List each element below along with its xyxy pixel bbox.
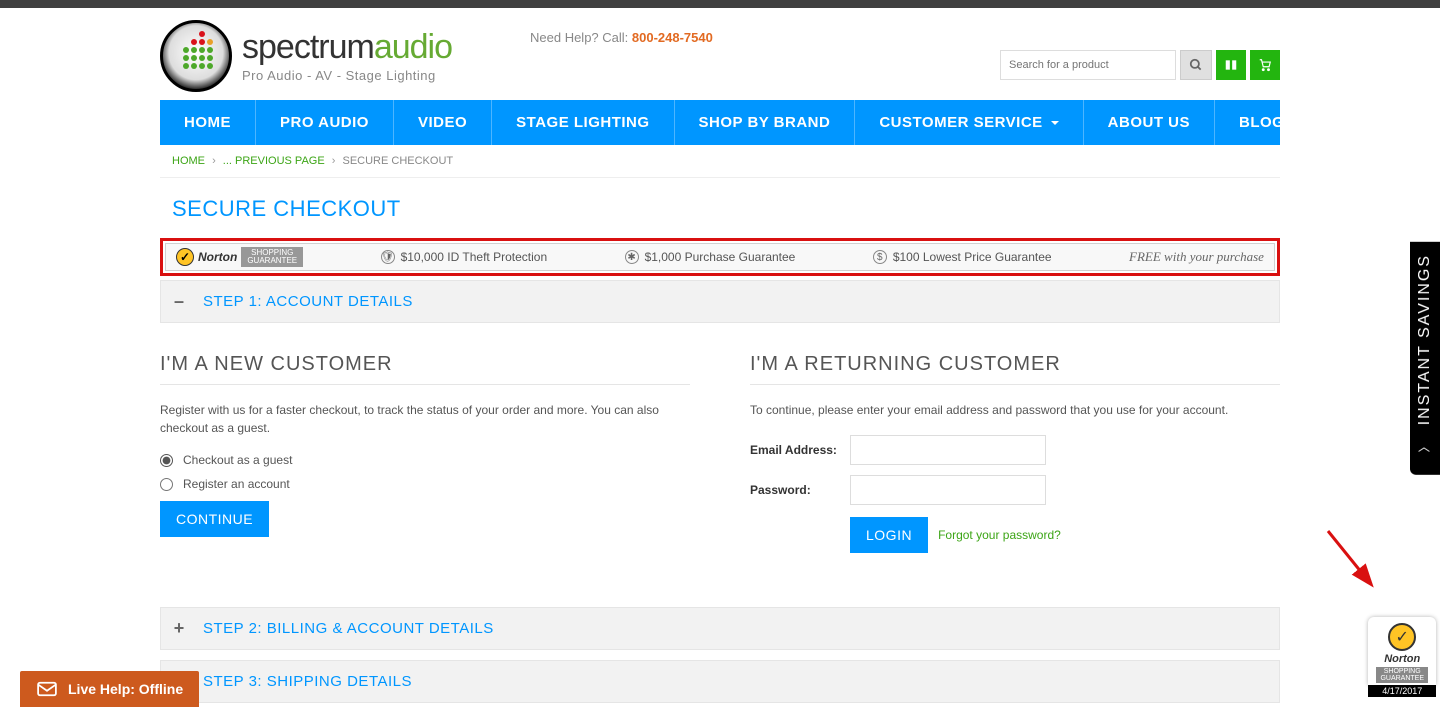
- cart-button[interactable]: [1250, 50, 1280, 80]
- norton-guarantee-bar-highlight: ✓ Norton SHOPPINGGUARANTEE 🛡$10,000 ID T…: [160, 238, 1280, 276]
- brand-name: spectrumaudio: [242, 30, 452, 64]
- guarantee-id-theft: 🛡$10,000 ID Theft Protection: [381, 250, 548, 264]
- chevron-up-icon: ︿: [1418, 438, 1432, 455]
- email-field[interactable]: [850, 435, 1046, 465]
- returning-customer-panel: I'M A RETURNING CUSTOMER To continue, pl…: [750, 353, 1280, 553]
- search-icon: [1189, 58, 1203, 72]
- nav-item-contact-us[interactable]: CONTACT US: [1309, 100, 1440, 145]
- cart-icon: [1258, 58, 1272, 72]
- dollar-icon: $: [873, 250, 887, 264]
- nav-item-stage-lighting[interactable]: STAGE LIGHTING: [492, 100, 674, 145]
- nav-item-blog[interactable]: BLOG: [1215, 100, 1309, 145]
- step-3-label: STEP 3: SHIPPING DETAILS: [203, 673, 412, 690]
- continue-button[interactable]: CONTINUE: [160, 501, 269, 537]
- norton-seal-date: 4/17/2017: [1368, 685, 1436, 697]
- returning-customer-description: To continue, please enter your email add…: [750, 401, 1280, 419]
- new-customer-heading: I'M A NEW CUSTOMER: [160, 353, 690, 385]
- norton-brand: Norton: [198, 250, 237, 264]
- free-with-purchase: FREE with your purchase: [1129, 249, 1264, 265]
- breadcrumb-current: SECURE CHECKOUT: [342, 155, 453, 167]
- search-input[interactable]: [1000, 50, 1176, 80]
- shopping-guarantee-badge: SHOPPINGGUARANTEE: [241, 247, 303, 267]
- forgot-password-link[interactable]: Forgot your password?: [938, 528, 1061, 542]
- new-customer-panel: I'M A NEW CUSTOMER Register with us for …: [160, 353, 690, 553]
- new-customer-description: Register with us for a faster checkout, …: [160, 401, 690, 437]
- radio-register-account[interactable]: Register an account: [160, 477, 690, 491]
- norton-seal[interactable]: ✓ Norton SHOPPINGGUARANTEE 4/17/2017: [1368, 617, 1436, 697]
- chat-icon: [36, 681, 58, 697]
- breadcrumb-home[interactable]: HOME: [172, 155, 205, 167]
- breadcrumb-previous[interactable]: ... PREVIOUS PAGE: [223, 155, 325, 167]
- seal-icon: ✱: [625, 250, 639, 264]
- email-label: Email Address:: [750, 443, 850, 457]
- expand-icon: +: [173, 618, 185, 639]
- nav-item-video[interactable]: VIDEO: [394, 100, 492, 145]
- compare-icon: [1224, 58, 1238, 72]
- norton-seal-brand: Norton: [1376, 653, 1428, 665]
- page-title: SECURE CHECKOUT: [160, 178, 1280, 234]
- compare-button[interactable]: [1216, 50, 1246, 80]
- guarantee-purchase: ✱$1,000 Purchase Guarantee: [625, 250, 796, 264]
- arrow-annotation: [1322, 525, 1382, 595]
- logo-icon: [160, 20, 232, 92]
- breadcrumb: HOME › ... PREVIOUS PAGE › SECURE CHECKO…: [160, 145, 1280, 178]
- help-phone: Need Help? Call: 800-248-7540: [530, 30, 713, 45]
- collapse-icon: –: [173, 291, 185, 312]
- live-help-label: Live Help: Offline: [68, 681, 183, 697]
- nav-item-customer-service[interactable]: CUSTOMER SERVICE: [855, 100, 1083, 145]
- password-label: Password:: [750, 483, 850, 497]
- nav-item-home[interactable]: HOME: [160, 100, 256, 145]
- step-2-label: STEP 2: BILLING & ACCOUNT DETAILS: [203, 620, 494, 637]
- logo[interactable]: spectrumaudio Pro Audio - AV - Stage Lig…: [160, 20, 452, 92]
- password-field[interactable]: [850, 475, 1046, 505]
- radio-guest-checkout[interactable]: Checkout as a guest: [160, 453, 690, 467]
- returning-customer-heading: I'M A RETURNING CUSTOMER: [750, 353, 1280, 385]
- step-3-header[interactable]: + STEP 3: SHIPPING DETAILS: [160, 660, 1280, 703]
- instant-savings-label: INSTANT SAVINGS: [1416, 254, 1433, 425]
- norton-check-icon: ✓: [1388, 623, 1416, 651]
- guarantee-lowest-price: $$100 Lowest Price Guarantee: [873, 250, 1052, 264]
- live-help-tab[interactable]: Live Help: Offline: [20, 671, 199, 707]
- step-1-header[interactable]: – STEP 1: ACCOUNT DETAILS: [160, 280, 1280, 323]
- norton-check-icon: ✓: [176, 248, 194, 266]
- norton-guarantee-bar[interactable]: ✓ Norton SHOPPINGGUARANTEE 🛡$10,000 ID T…: [165, 243, 1275, 271]
- nav-item-about-us[interactable]: ABOUT US: [1084, 100, 1215, 145]
- nav-item-pro-audio[interactable]: PRO AUDIO: [256, 100, 394, 145]
- main-nav: HOMEPRO AUDIOVIDEOSTAGE LIGHTINGSHOP BY …: [160, 100, 1280, 145]
- step-1-label: STEP 1: ACCOUNT DETAILS: [203, 293, 413, 310]
- brand-tagline: Pro Audio - AV - Stage Lighting: [242, 68, 452, 83]
- search-button[interactable]: [1180, 50, 1212, 80]
- norton-seal-sg: SHOPPINGGUARANTEE: [1376, 667, 1428, 683]
- nav-item-shop-by-brand[interactable]: SHOP BY BRAND: [675, 100, 856, 145]
- shield-icon: 🛡: [381, 250, 395, 264]
- instant-savings-tab[interactable]: ︿ INSTANT SAVINGS: [1410, 242, 1440, 475]
- step-2-header[interactable]: + STEP 2: BILLING & ACCOUNT DETAILS: [160, 607, 1280, 650]
- login-button[interactable]: LOGIN: [850, 517, 928, 553]
